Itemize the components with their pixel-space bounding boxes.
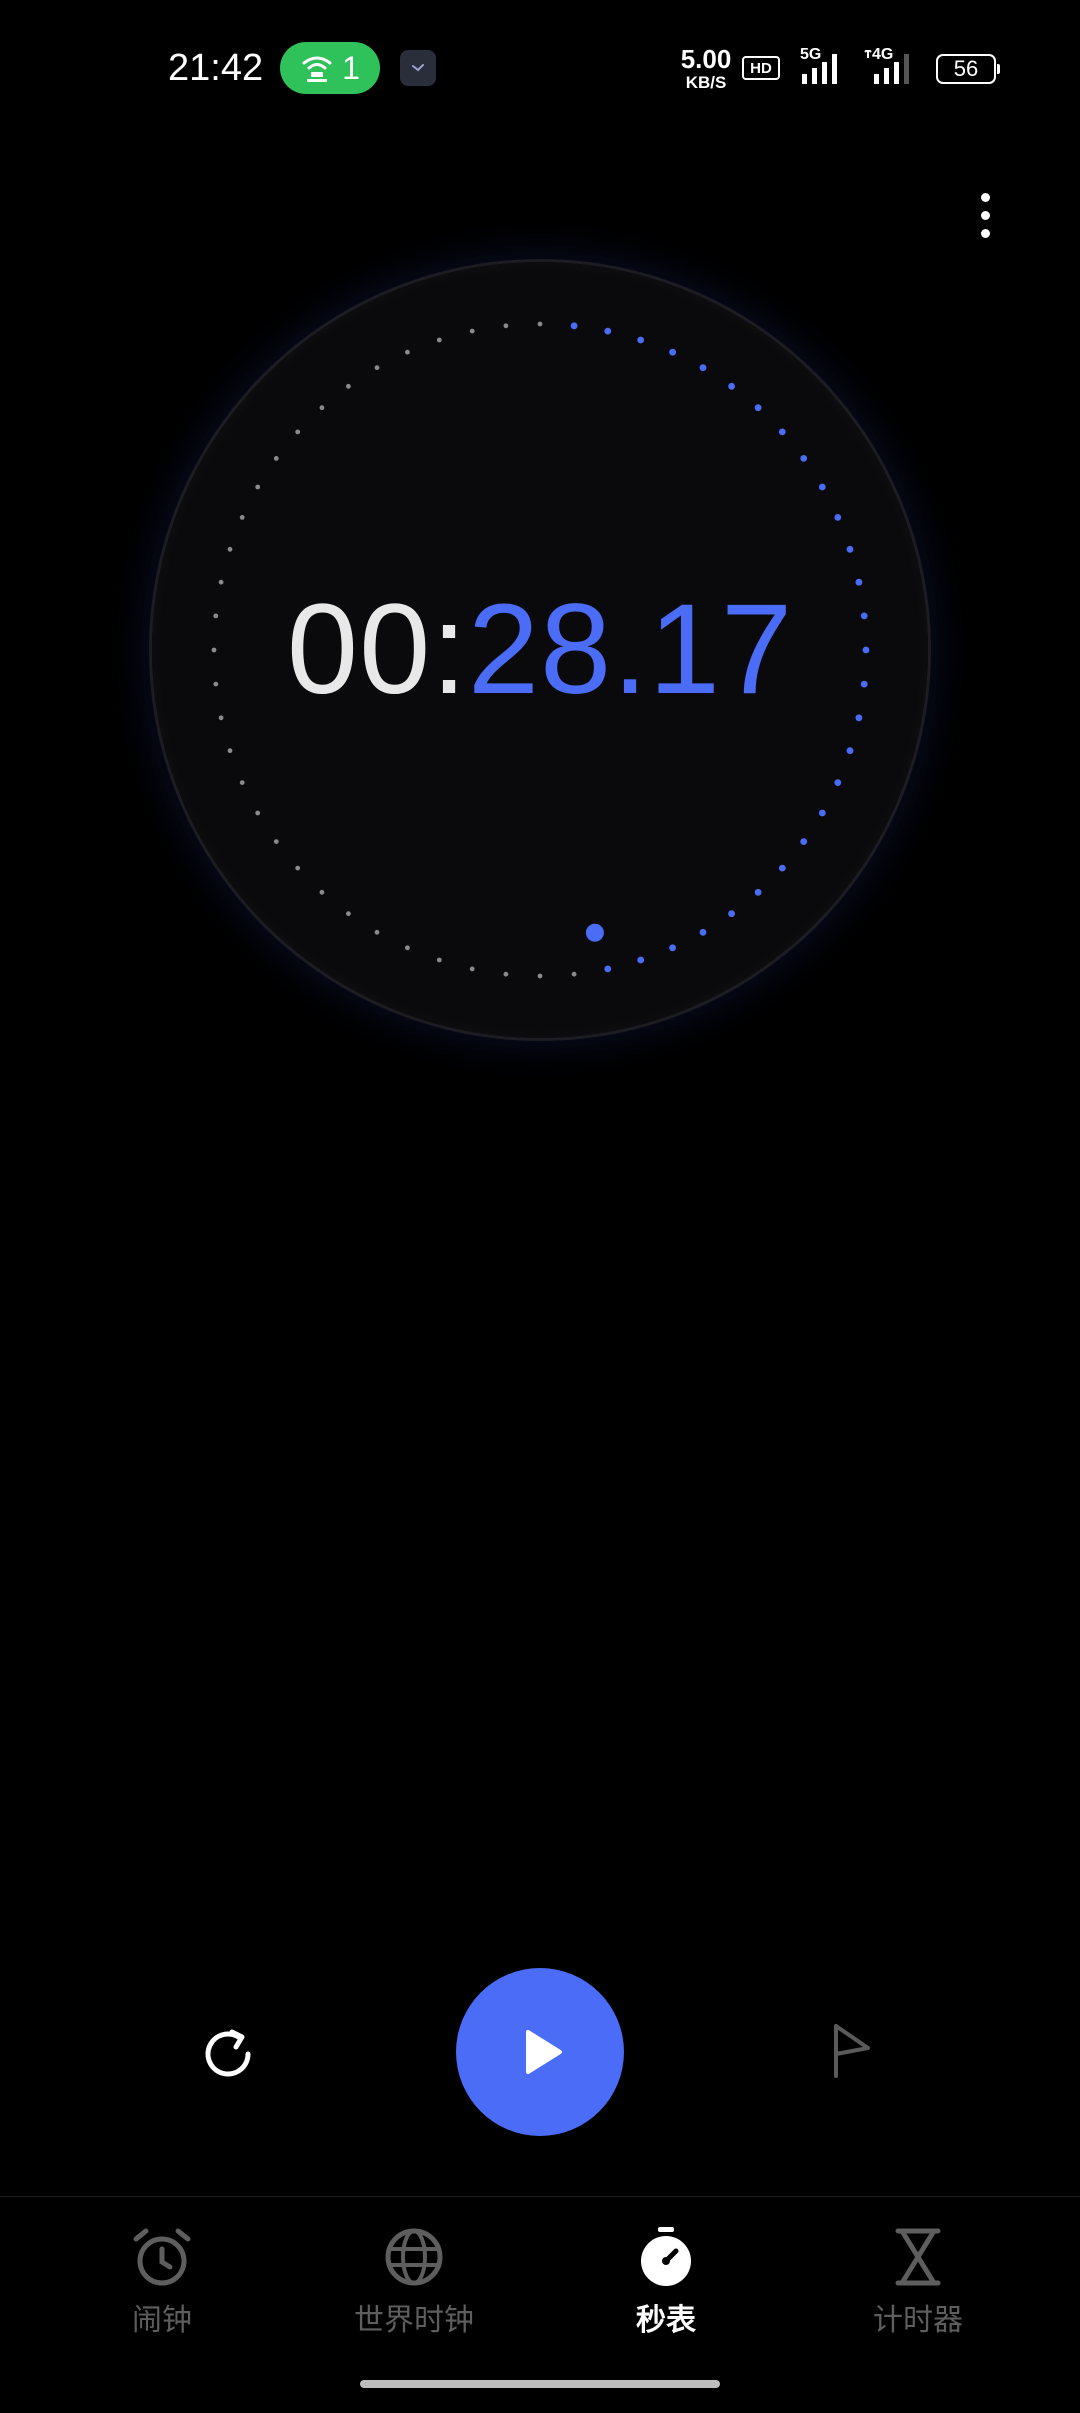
dial-tick [239,780,245,785]
dial-tick [846,747,854,755]
more-options-button[interactable] [960,180,1010,250]
dial-position-indicator [585,923,604,942]
hd-voice-badge: HD [742,56,780,80]
play-button[interactable] [456,1968,624,2136]
nav-label-alarm: 闹钟 [132,2304,192,2337]
stopwatch-icon [641,2227,691,2286]
dial-tick [295,865,301,871]
dial-tick [778,864,786,872]
signal-bars-icon [802,54,837,84]
dial-tick [227,546,233,552]
nav-label-world-clock: 世界时钟 [354,2304,474,2337]
hotspot-indicator[interactable]: 1 [280,42,380,94]
dial-tick [295,429,301,435]
dial-tick [728,382,735,390]
dial-tick [537,321,543,327]
dial-tick [728,910,735,918]
dial-tick [273,456,279,461]
dial-tick [818,483,826,491]
dial-tick [469,328,475,334]
dial-tick [754,404,762,412]
nav-item-world-clock[interactable]: 世界时钟 [294,2225,534,2345]
dial-tick [319,889,325,895]
network-speed-unit: KB/S [685,73,727,92]
elapsed-minutes: 00: [286,578,468,721]
dial-tick [800,455,808,462]
hourglass-icon [895,2228,941,2286]
more-dot [980,210,990,220]
dial-tick [227,748,233,754]
dial-tick [699,928,707,936]
battery-indicator: 56 [936,54,1000,84]
dial-tick [374,365,380,371]
dial-tick [637,956,645,964]
nav-item-timer[interactable]: 计时器 [798,2225,1038,2345]
dial-tick [436,337,442,343]
dial-tick [699,364,707,372]
nav-item-alarm[interactable]: 闹钟 [42,2225,282,2345]
dial-tick [754,888,762,896]
dial-tick [436,957,442,963]
dial-tick [604,965,612,973]
dial-tick [239,515,245,520]
dial-tick [846,545,854,553]
dial-tick [255,484,261,490]
dial-tick [818,809,826,817]
alarm-clock-icon [133,2228,191,2286]
dial-tick [469,966,475,972]
flag-icon [834,2024,870,2078]
dial-tick [570,322,578,330]
dial-tick [346,911,351,917]
status-time: 21:42 [168,47,264,89]
nav-item-stopwatch[interactable]: 秒表 [546,2225,786,2345]
more-dot [980,228,990,238]
dial-tick [503,971,509,977]
dial-tick [669,944,676,952]
dial-tick [405,945,410,951]
play-icon [526,2030,562,2074]
dial-tick [319,405,325,411]
network-speed-value: 5.00 [680,44,732,74]
refresh-icon [205,2029,251,2077]
lap-button[interactable] [812,2010,892,2090]
dial-tick [778,428,786,436]
hotspot-count: 1 [342,49,360,86]
reset-button[interactable] [188,2014,268,2094]
elapsed-time-display: 00:28.17 [152,580,928,720]
dial-tick [255,810,261,816]
status-bar: 21:42 1 5.00 KB/S HD 5G 4G 56 [0,0,1080,140]
dial-tick [405,349,410,355]
dial-tick [571,971,577,977]
dial-tick [503,323,509,329]
hotspot-icon [302,56,332,82]
notification-icon [400,50,436,86]
dial-tick [346,383,351,389]
signal-bars-icon [864,50,909,84]
elapsed-seconds: 28.17 [467,578,794,721]
dial-tick [669,348,676,356]
dial-tick [604,327,612,335]
home-indicator[interactable] [360,2380,720,2388]
network-speed: 5.00 KB/S [676,46,736,91]
dial-tick [834,779,842,786]
dial-tick [374,929,380,935]
dial-tick [800,838,808,845]
dial-tick [834,514,842,521]
more-dot [980,192,990,202]
stopwatch-dial: 00:28.17 [152,262,928,1038]
dial-tick [273,839,279,844]
dial-tick [537,973,543,979]
nav-label-stopwatch: 秒表 [636,2304,696,2337]
nav-label-timer: 计时器 [873,2304,963,2337]
dial-tick [637,336,645,344]
globe-icon [385,2228,443,2286]
